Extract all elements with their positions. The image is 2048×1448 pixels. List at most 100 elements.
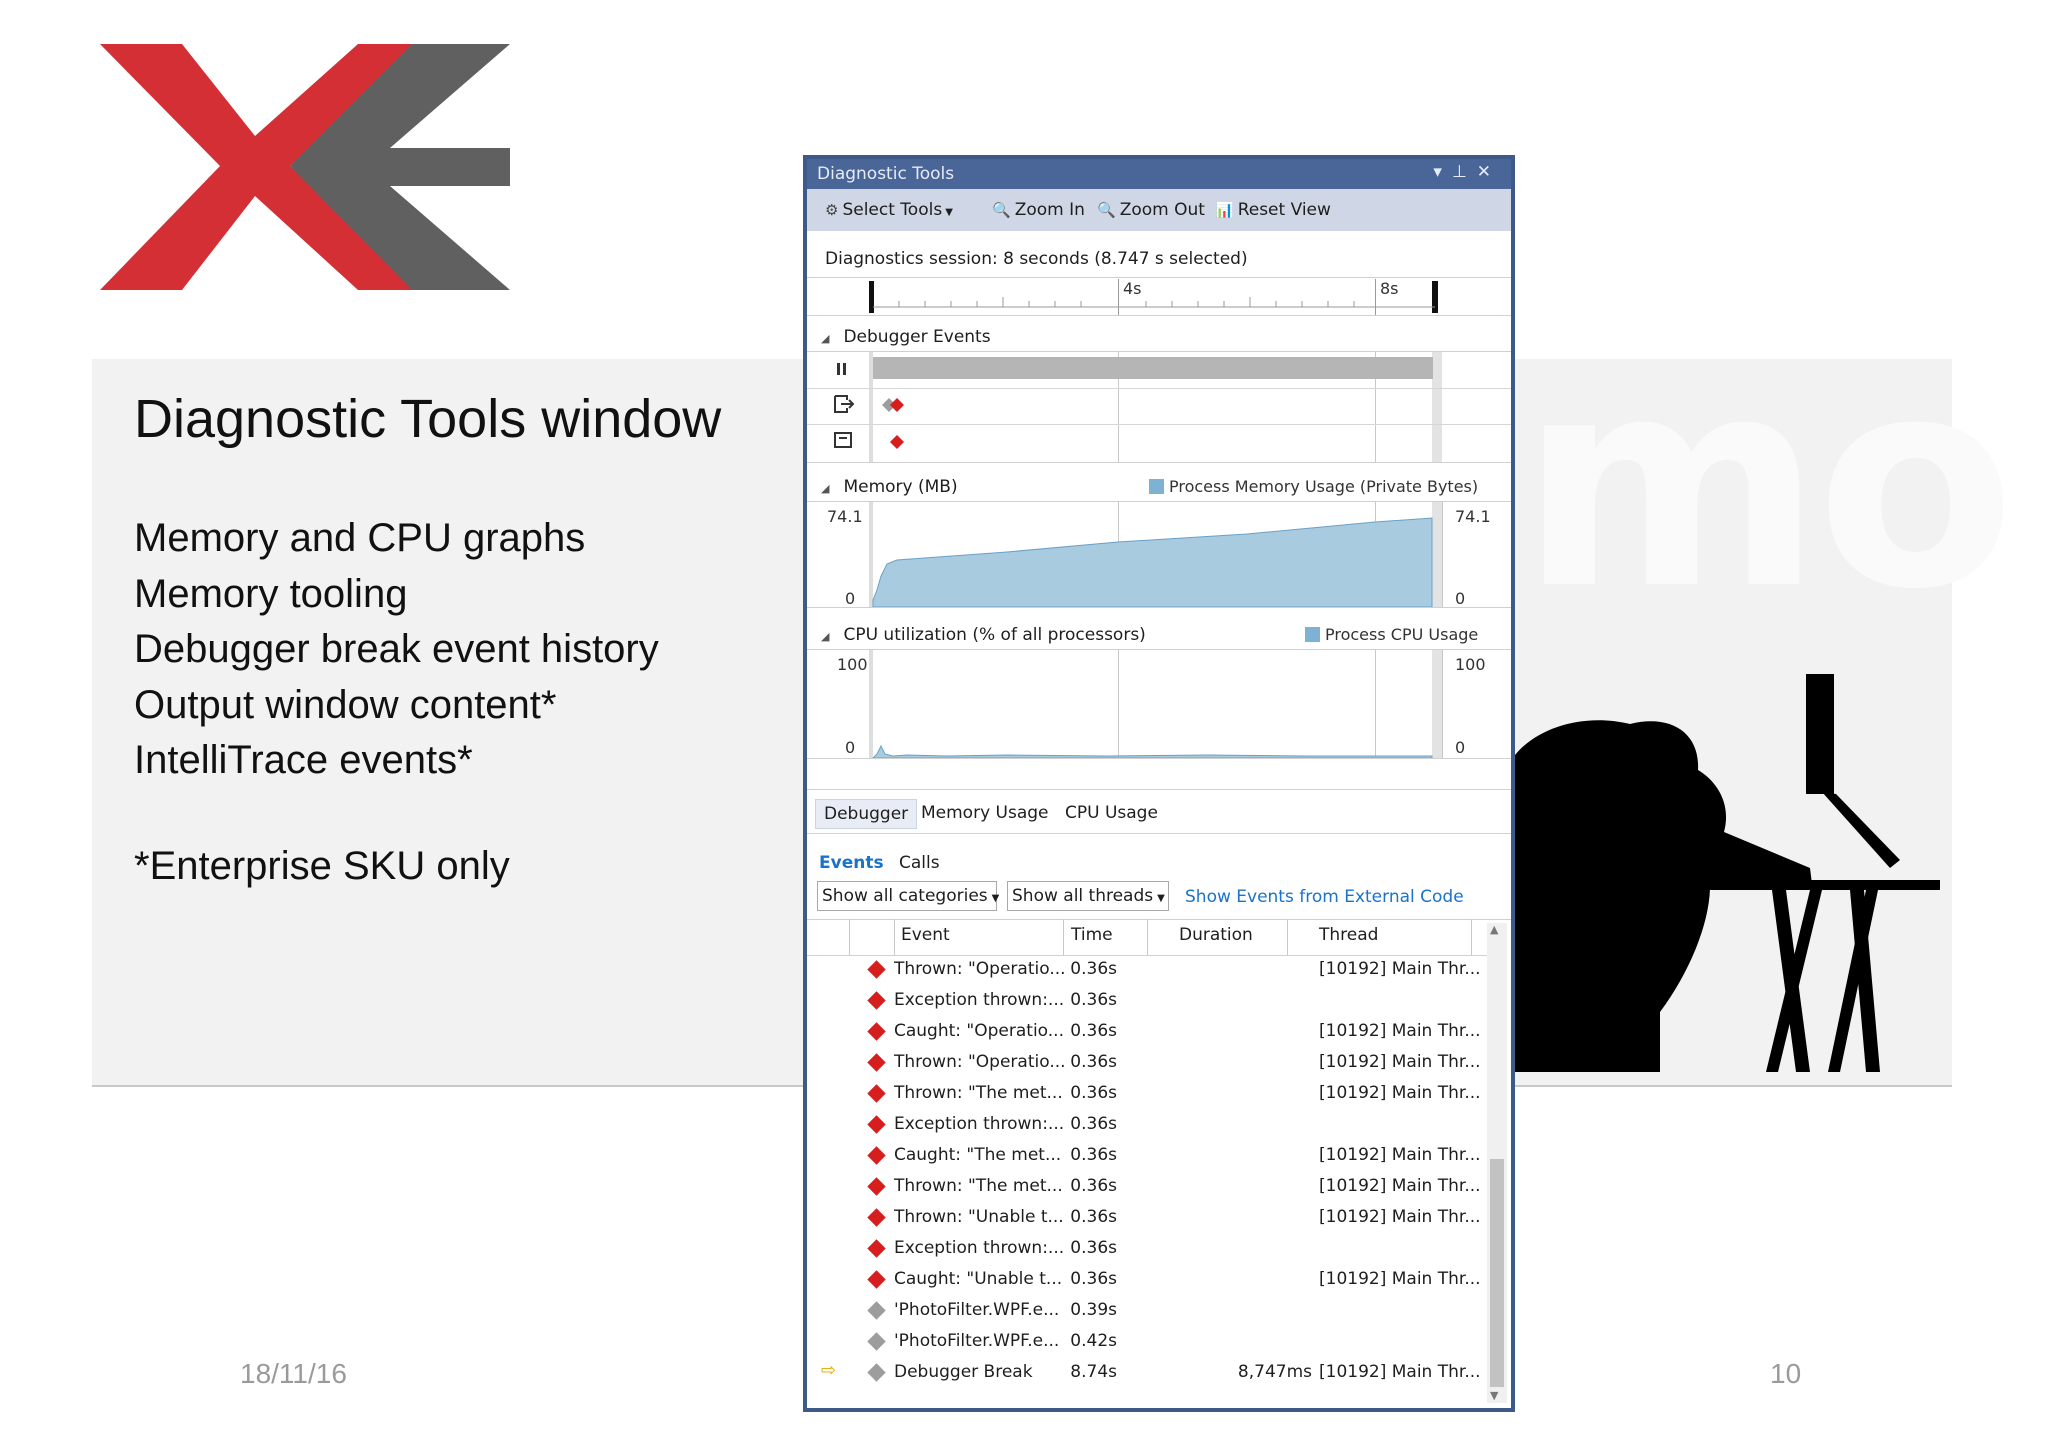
memory-legend: Process Memory Usage (Private Bytes) xyxy=(1149,477,1478,496)
slide-date: 18/11/16 xyxy=(240,1358,347,1389)
event-cell: Thrown: "The met... xyxy=(894,1083,1063,1103)
bullet-item: IntelliTrace events* xyxy=(134,738,473,782)
thread-cell: [10192] Main Thr... xyxy=(1319,1362,1481,1382)
thread-cell: [10192] Main Thr... xyxy=(1319,1021,1481,1041)
memory-section-header[interactable]: ◢ Memory (MB) xyxy=(821,477,958,497)
exception-diamond-icon xyxy=(867,1022,886,1041)
pin-icon[interactable]: ⊥ xyxy=(1452,162,1477,182)
time-cell: 8.74s xyxy=(1070,1362,1117,1382)
ruler-label: 4s xyxy=(1123,279,1142,298)
time-cell: 0.36s xyxy=(1070,959,1117,979)
dropdown-menu-icon[interactable]: ▾ xyxy=(1433,162,1452,182)
thread-cell: [10192] Main Thr... xyxy=(1319,1052,1481,1072)
table-row[interactable]: Exception thrown:... 0.36s xyxy=(807,1110,1511,1141)
zoom-out-icon: 🔍 xyxy=(1097,201,1116,219)
event-cell: 'PhotoFilter.WPF.e... xyxy=(894,1300,1060,1320)
exception-diamond-icon xyxy=(867,1270,886,1289)
window-titlebar: Diagnostic Tools ▾⊥✕ xyxy=(807,159,1511,189)
thread-cell: [10192] Main Thr... xyxy=(1319,959,1481,979)
event-cell: Caught: "Operatio... xyxy=(894,1021,1064,1041)
thread-filter-dropdown[interactable]: Show all threads ▼ xyxy=(1007,881,1169,911)
chevron-down-icon: ▼ xyxy=(991,893,1000,904)
column-header-duration[interactable]: Duration xyxy=(1179,925,1253,945)
table-row[interactable]: 'PhotoFilter.WPF.e... 0.42s xyxy=(807,1327,1511,1358)
time-cell: 0.36s xyxy=(1070,1145,1117,1165)
table-row[interactable]: Thrown: "Operatio... 0.36s [10192] Main Th… xyxy=(807,955,1511,986)
slide-title: Diagnostic Tools window xyxy=(134,389,722,449)
tab-memory-usage[interactable]: Memory Usage xyxy=(913,799,1057,827)
cpu-section-header[interactable]: ◢ CPU utilization (% of all processors) xyxy=(821,625,1146,645)
table-row[interactable]: Thrown: "The met... 0.36s [10192] Main Thr… xyxy=(807,1079,1511,1110)
exception-diamond-icon xyxy=(867,1146,886,1165)
column-header-thread[interactable]: Thread xyxy=(1319,925,1378,945)
scroll-up-icon[interactable]: ▲ xyxy=(1490,923,1498,936)
zoom-in-button[interactable]: 🔍 Zoom In xyxy=(992,200,1085,220)
table-row[interactable]: Thrown: "Operatio... 0.36s [10192] Main Th… xyxy=(807,1048,1511,1079)
zoom-in-icon: 🔍 xyxy=(992,201,1011,219)
chevron-down-icon: ▼ xyxy=(945,207,953,218)
column-header-time[interactable]: Time xyxy=(1071,925,1113,945)
table-row[interactable]: Exception thrown:... 0.36s xyxy=(807,986,1511,1017)
bullet-item: Memory tooling xyxy=(134,571,408,616)
event-diamond-icon xyxy=(867,1332,886,1351)
category-filter-dropdown[interactable]: Show all categories ▼ xyxy=(817,881,1000,911)
time-cell: 0.36s xyxy=(1070,1238,1117,1258)
time-cell: 0.36s xyxy=(1070,990,1117,1010)
close-icon[interactable]: ✕ xyxy=(1477,162,1501,182)
cpu-chart[interactable] xyxy=(807,650,1511,758)
table-row[interactable]: 'PhotoFilter.WPF.e... 0.39s xyxy=(807,1296,1511,1327)
memory-chart[interactable] xyxy=(807,502,1511,607)
bullet-item: Memory and CPU graphs xyxy=(134,516,586,560)
collapse-triangle-icon: ◢ xyxy=(821,482,830,495)
reset-view-button[interactable]: 📊 Reset View xyxy=(1215,200,1331,220)
column-header-event[interactable]: Event xyxy=(901,925,950,945)
subtab-events[interactable]: Events xyxy=(819,853,884,873)
event-diamond-icon xyxy=(867,1301,886,1320)
scroll-down-icon[interactable]: ▼ xyxy=(1490,1389,1498,1402)
table-row[interactable]: Exception thrown:... 0.36s xyxy=(807,1234,1511,1265)
subtab-calls[interactable]: Calls xyxy=(899,853,940,873)
collapse-triangle-icon: ◢ xyxy=(821,630,830,643)
event-diamond-icon xyxy=(867,1363,886,1382)
debugger-events-track[interactable] xyxy=(807,352,1511,462)
event-cell: Debugger Break xyxy=(894,1362,1033,1382)
reset-view-icon: 📊 xyxy=(1215,201,1234,219)
table-row[interactable]: Thrown: "Unable t... 0.36s [10192] Main Th… xyxy=(807,1203,1511,1234)
table-row[interactable]: Thrown: "The met... 0.36s [10192] Main Thr… xyxy=(807,1172,1511,1203)
table-row[interactable]: Caught: "The met... 0.36s [10192] Main Thr… xyxy=(807,1141,1511,1172)
time-cell: 0.36s xyxy=(1070,1114,1117,1134)
pause-icon xyxy=(847,379,848,380)
thread-cell: [10192] Main Thr... xyxy=(1319,1145,1481,1165)
legend-swatch xyxy=(1305,627,1320,642)
show-external-code-link[interactable]: Show Events from External Code xyxy=(1185,887,1464,907)
time-cell: 0.36s xyxy=(1070,1021,1117,1041)
output-icon xyxy=(847,453,848,454)
table-row[interactable]: ⇨ Debugger Break 8.74s 8,747ms [10192] Main … xyxy=(807,1358,1511,1389)
tab-debugger[interactable]: Debugger xyxy=(815,799,918,829)
zoom-out-button[interactable]: 🔍 Zoom Out xyxy=(1097,200,1205,220)
footnote: *Enterprise SKU only xyxy=(134,844,510,888)
thread-cell: [10192] Main Thr... xyxy=(1319,1083,1481,1103)
session-info: Diagnostics session: 8 seconds (8.747 s … xyxy=(825,249,1248,269)
timeline-ruler[interactable] xyxy=(807,277,1511,317)
tab-cpu-usage[interactable]: CPU Usage xyxy=(1057,799,1166,827)
duration-cell: 8,747ms xyxy=(1237,1362,1312,1382)
event-cell: Caught: "The met... xyxy=(894,1145,1062,1165)
frustrated-person-illustration xyxy=(1510,674,1940,1072)
table-row[interactable]: Caught: "Operatio... 0.36s [10192] Main Th… xyxy=(807,1017,1511,1048)
select-tools-button[interactable]: ⚙ Select Tools ▼ xyxy=(825,200,953,220)
event-cell: Exception thrown:... xyxy=(894,1238,1065,1258)
scrollbar-thumb[interactable] xyxy=(1490,1159,1504,1387)
thread-cell: [10192] Main Thr... xyxy=(1319,1269,1481,1289)
debugger-events-header[interactable]: ◢ Debugger Events xyxy=(821,327,991,347)
bullet-item: Output window content* xyxy=(134,682,557,727)
time-cell: 0.36s xyxy=(1070,1207,1117,1227)
time-cell: 0.36s xyxy=(1070,1176,1117,1196)
event-cell: Thrown: "Unable t... xyxy=(894,1207,1064,1227)
company-logo xyxy=(100,44,510,290)
time-cell: 0.36s xyxy=(1070,1052,1117,1072)
event-cell: Exception thrown:... xyxy=(894,1114,1065,1134)
table-row[interactable]: Caught: "Unable t... 0.36s [10192] Main Th… xyxy=(807,1265,1511,1296)
watermark-text: mo xyxy=(1520,316,2015,653)
thread-cell: [10192] Main Thr... xyxy=(1319,1207,1481,1227)
